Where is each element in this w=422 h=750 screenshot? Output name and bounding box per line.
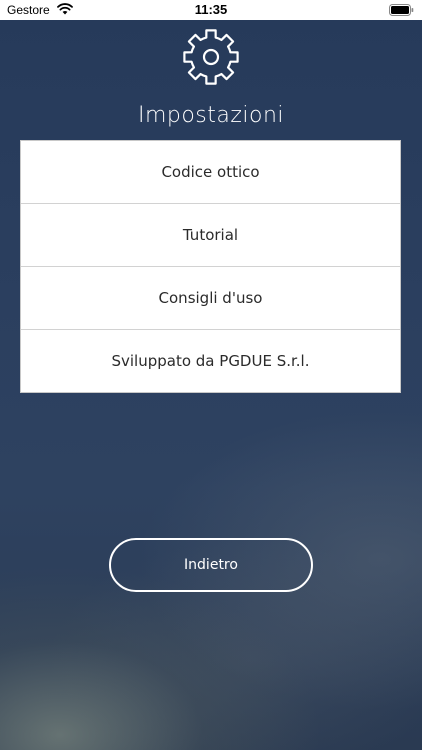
menu-item-label: Sviluppato da PGDUE S.r.l. [111,352,310,370]
settings-menu: Codice ottico Tutorial Consigli d'uso Sv… [20,140,401,393]
status-time: 11:35 [194,2,228,17]
menu-item-codice-ottico[interactable]: Codice ottico [21,141,400,204]
back-button[interactable]: Indietro [109,538,313,592]
menu-item-tutorial[interactable]: Tutorial [21,204,400,267]
menu-item-label: Tutorial [182,226,239,244]
battery-icon [389,4,414,16]
menu-item-label: Codice ottico [161,163,260,181]
back-button-label: Indietro [184,557,238,573]
gear-icon [183,29,239,85]
page-title: Impostazioni [137,103,285,128]
menu-item-label: Consigli d'uso [158,289,263,307]
settings-screen: Gestore 11:35 Impostazioni Codice ottico… [0,0,422,750]
menu-item-consigli-uso[interactable]: Consigli d'uso [21,267,400,330]
status-bar: Gestore 11:35 [0,0,422,20]
menu-item-sviluppato-da[interactable]: Sviluppato da PGDUE S.r.l. [21,330,400,392]
